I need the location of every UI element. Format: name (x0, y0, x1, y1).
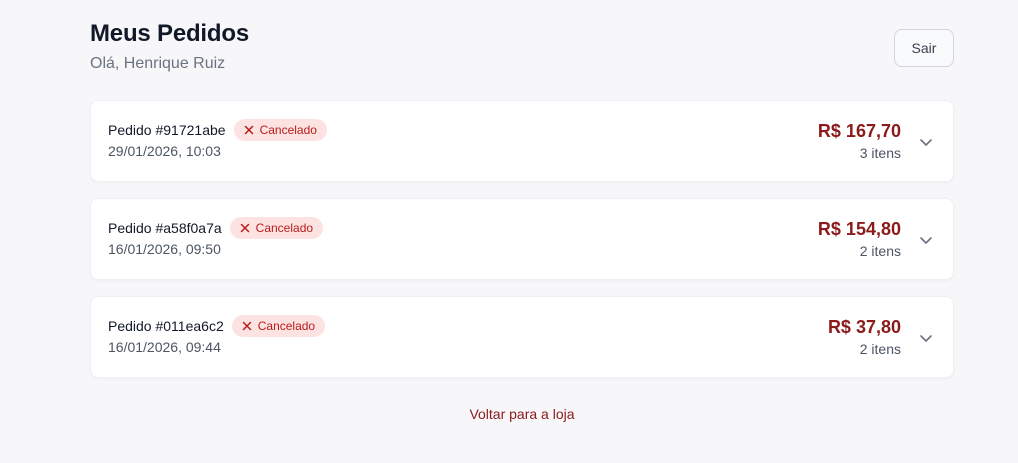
status-label: Cancelado (255, 221, 314, 235)
status-badge: Cancelado (229, 217, 324, 239)
order-header-line: Pedido #011ea6c2 Cancelado (108, 315, 326, 337)
page-title: Meus Pedidos (90, 20, 249, 47)
x-icon (242, 321, 251, 331)
order-info: Pedido #91721abe Cancelado 29/01/2026, 1… (108, 119, 327, 159)
order-header-line: Pedido #a58f0a7a Cancelado (108, 217, 324, 239)
status-badge: Cancelado (231, 315, 326, 337)
order-id: Pedido #a58f0a7a (108, 220, 222, 236)
order-summary: R$ 37,80 2 itens (828, 315, 901, 359)
order-total: R$ 37,80 (827, 317, 901, 337)
order-card[interactable]: Pedido #a58f0a7a Cancelado 16/01/2026, 0… (90, 198, 954, 280)
status-label: Cancelado (257, 319, 316, 333)
order-total: R$ 154,80 (817, 219, 901, 239)
order-summary: R$ 154,80 2 itens (818, 217, 901, 261)
status-label: Cancelado (259, 123, 317, 137)
orders-list: Pedido #91721abe Cancelado 29/01/2026, 1… (90, 100, 954, 394)
order-item-count: 3 itens (859, 145, 901, 161)
back-to-store-link[interactable]: Voltar para a loja (90, 406, 954, 422)
user-greeting: Olá, Henrique Ruiz (90, 55, 226, 72)
orders-page: Meus Pedidos Olá, Henrique Ruiz Sair Ped… (90, 0, 954, 422)
order-date: 16/01/2026, 09:44 (108, 339, 221, 355)
order-id: Pedido #91721abe (108, 122, 226, 138)
chevron-down-icon[interactable] (917, 133, 935, 151)
order-date: 16/01/2026, 09:50 (108, 241, 221, 257)
order-date: 29/01/2026, 10:03 (108, 143, 221, 159)
order-card[interactable]: Pedido #91721abe Cancelado 29/01/2026, 1… (90, 100, 954, 182)
order-id: Pedido #011ea6c2 (108, 318, 224, 334)
order-summary: R$ 167,70 3 itens (818, 119, 901, 163)
order-header-line: Pedido #91721abe Cancelado (108, 119, 327, 141)
page-header: Meus Pedidos Olá, Henrique Ruiz Sair (90, 0, 954, 100)
order-item-count: 2 itens (859, 243, 901, 259)
logout-button[interactable]: Sair (894, 29, 954, 67)
status-badge: Cancelado (233, 119, 327, 141)
order-item-count: 2 itens (859, 341, 901, 357)
order-total: R$ 167,70 (817, 121, 901, 141)
order-info: Pedido #011ea6c2 Cancelado 16/01/2026, 0… (108, 315, 326, 355)
x-icon (240, 223, 249, 233)
chevron-down-icon[interactable] (917, 231, 935, 249)
x-icon (244, 125, 253, 135)
order-card[interactable]: Pedido #011ea6c2 Cancelado 16/01/2026, 0… (90, 296, 954, 378)
order-info: Pedido #a58f0a7a Cancelado 16/01/2026, 0… (108, 217, 324, 257)
chevron-down-icon[interactable] (917, 329, 935, 347)
